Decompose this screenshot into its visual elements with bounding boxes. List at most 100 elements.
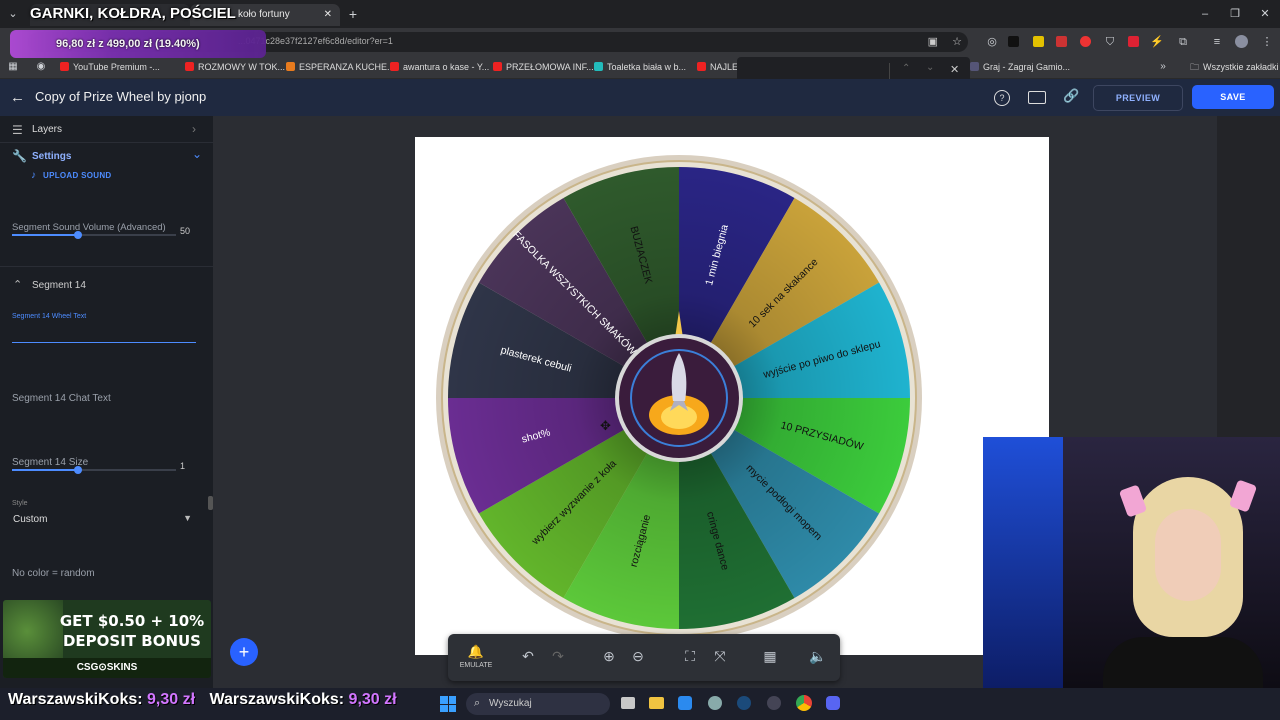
- close-icon[interactable]: ✕: [324, 4, 332, 26]
- extension-icon[interactable]: [1080, 36, 1091, 47]
- bookmark-label: ROZMOWY W TOK...: [198, 62, 286, 72]
- media-icon[interactable]: ≡: [1210, 35, 1224, 49]
- bookmark-item[interactable]: YouTube Premium -...: [60, 60, 160, 74]
- back-arrow-icon[interactable]: ←: [10, 89, 25, 106]
- bookmark-label: Toaletka biała w b...: [607, 62, 687, 72]
- settings-gear-icon[interactable]: [708, 696, 722, 710]
- app-header: ← Copy of Prize Wheel by pjonp ? 🔗 PREVI…: [0, 79, 1280, 116]
- fit-icon[interactable]: ⤧: [710, 646, 730, 666]
- wheel-text-input[interactable]: [12, 342, 196, 343]
- extension-icon[interactable]: ⚡: [1150, 35, 1164, 49]
- layers-label[interactable]: Layers: [32, 124, 62, 135]
- fullscreen-icon[interactable]: ⛶: [680, 646, 700, 666]
- emulate-button[interactable]: EMULATE: [458, 662, 494, 669]
- windows-start-icon[interactable]: [440, 696, 456, 712]
- chevron-right-icon[interactable]: »: [1156, 60, 1170, 74]
- bookmark-item[interactable]: ESPERANZA KUCHE...: [286, 60, 395, 74]
- slider-thumb[interactable]: [73, 231, 82, 239]
- discord-icon[interactable]: [826, 696, 840, 710]
- extension-icon[interactable]: ◉: [34, 60, 48, 74]
- monitor-icon[interactable]: [1028, 91, 1046, 104]
- close-icon[interactable]: ✕: [950, 63, 959, 76]
- save-button[interactable]: SAVE: [1192, 85, 1274, 109]
- chrome-icon[interactable]: [796, 695, 812, 711]
- dropdown-arrow-icon: ▼: [183, 513, 192, 523]
- streamer-shirt: [1103, 637, 1263, 688]
- bookmark-item[interactable]: PRZEŁOMOWA INF...: [493, 60, 594, 74]
- casino-ad-banner: GET $0.50 + 10% DEPOSIT BONUS CSG⊙SKINS: [3, 600, 211, 678]
- blue-light: [983, 437, 1063, 688]
- bookmark-item[interactable]: NAJLE: [697, 60, 738, 74]
- extension-icon[interactable]: ◎: [985, 35, 999, 49]
- style-select[interactable]: Custom ▼: [12, 508, 192, 528]
- zoom-out-icon[interactable]: ⊖: [628, 646, 648, 666]
- segment-size-slider[interactable]: [12, 466, 176, 474]
- move-cursor-icon: ✥: [600, 418, 611, 433]
- taskbar-search[interactable]: ⌕ Wyszukaj: [466, 693, 610, 715]
- bookmark-folder[interactable]: 🗀 Wszystkie zakładki: [1190, 60, 1279, 74]
- bookmark-label: Graj - Zagraj Gamio...: [983, 62, 1071, 72]
- more-icon[interactable]: ⋮: [1260, 35, 1274, 49]
- prize-wheel[interactable]: 1 min biegnia10 sek na skakancewyjście p…: [434, 153, 924, 643]
- chevron-right-icon[interactable]: ›: [192, 122, 196, 136]
- zoom-in-icon[interactable]: ⊕: [599, 646, 619, 666]
- bookmark-item[interactable]: ROZMOWY W TOK...: [185, 60, 285, 74]
- donation-ticker: WarszawskiKoks: 9,30 zł WarszawskiKoks: …: [8, 691, 397, 709]
- adblock-icon[interactable]: [1056, 36, 1067, 47]
- chevron-down-icon[interactable]: ⌄: [926, 62, 934, 73]
- shield-icon[interactable]: ⛉: [1103, 35, 1117, 49]
- volume-icon[interactable]: 🔈: [808, 646, 828, 666]
- undo-icon[interactable]: ↶: [518, 646, 538, 666]
- task-view-icon[interactable]: [621, 697, 635, 709]
- app-icon[interactable]: [767, 696, 781, 710]
- slider-thumb[interactable]: [74, 466, 82, 474]
- tab-menu-icon[interactable]: ⌄: [6, 7, 20, 21]
- help-icon[interactable]: ?: [994, 90, 1010, 106]
- wheel-text-label: Segment 14 Wheel Text: [12, 313, 87, 320]
- chat-text-label: Segment 14 Chat Text: [12, 393, 111, 404]
- avatar[interactable]: [1235, 35, 1248, 48]
- segment-header[interactable]: Segment 14: [32, 280, 86, 291]
- slider-fill: [12, 234, 78, 236]
- preview-button[interactable]: PREVIEW: [1093, 85, 1183, 111]
- install-app-icon[interactable]: ▣: [928, 35, 938, 48]
- maximize-icon[interactable]: ❐: [1228, 7, 1242, 21]
- slider-fill: [12, 469, 78, 471]
- search-placeholder: Wyszukaj: [489, 698, 532, 709]
- bookmark-item[interactable]: Toaletka biała w b...: [594, 60, 686, 74]
- settings-label[interactable]: Settings: [32, 151, 71, 162]
- bell-icon[interactable]: 🔔: [466, 642, 486, 662]
- chevron-down-icon[interactable]: ⌄: [192, 147, 202, 161]
- bookmark-item[interactable]: Graj - Zagraj Gamio...: [970, 60, 1070, 74]
- chevron-up-icon[interactable]: ⌃: [13, 278, 22, 291]
- bookmark-label: ESPERANZA KUCHE...: [299, 62, 395, 72]
- window-close-icon[interactable]: ✕: [1258, 7, 1272, 21]
- store-icon[interactable]: [678, 696, 692, 710]
- extension-icon[interactable]: [1008, 36, 1019, 47]
- steam-icon[interactable]: [737, 696, 751, 710]
- add-layer-button[interactable]: +: [230, 638, 258, 666]
- star-icon[interactable]: ☆: [952, 35, 962, 48]
- extension-icon[interactable]: [1128, 36, 1139, 47]
- minimize-icon[interactable]: –: [1198, 7, 1212, 21]
- puzzle-icon[interactable]: ⧉: [1176, 35, 1190, 49]
- bookmark-item[interactable]: awantura o kase - Y...: [390, 60, 489, 74]
- canvas-toolbar: 🔔 EMULATE ↶ ↷ ⊕ ⊖ ⛶ ⤧ ▦ 🔈: [448, 634, 840, 681]
- upload-sound-button[interactable]: UPLOAD SOUND: [43, 171, 112, 180]
- ad-headline: GET $0.50 + 10%: [59, 612, 205, 630]
- chevron-up-icon[interactable]: ⌃: [902, 63, 910, 74]
- chat-text-input[interactable]: [12, 406, 196, 424]
- ad-brand: CSG⊙SKINS: [3, 658, 211, 678]
- new-tab-icon[interactable]: +: [346, 7, 360, 21]
- donation-goal-bar: 96,80 zł z 499,00 zł (19.40%): [10, 30, 266, 58]
- extension-icon[interactable]: [1033, 36, 1044, 47]
- sound-volume-slider[interactable]: [12, 231, 176, 239]
- apps-grid-icon[interactable]: ▦: [6, 60, 20, 74]
- redo-icon[interactable]: ↷: [548, 646, 568, 666]
- donation-amount: 9,30 zł: [147, 691, 196, 708]
- donation-goal-text: 96,80 zł z 499,00 zł (19.40%): [56, 38, 200, 50]
- bookmarks-bar: ▦ ◉ YouTube Premium -... ROZMOWY W TOK..…: [0, 56, 1280, 79]
- grid-icon[interactable]: ▦: [760, 646, 780, 666]
- file-explorer-icon[interactable]: [649, 697, 664, 709]
- link-icon[interactable]: 🔗: [1063, 88, 1079, 104]
